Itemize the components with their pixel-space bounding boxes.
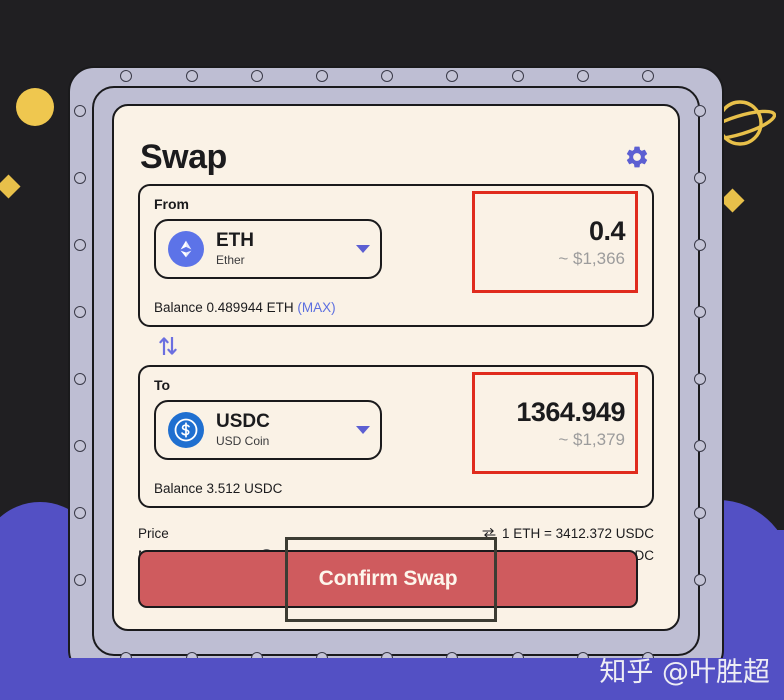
from-row: ETH Ether 0.4 ~ $1,366 <box>154 191 638 293</box>
frame-bolt <box>74 105 86 117</box>
price-row: Price 1 ETH = 3412.372 USDC <box>138 522 654 544</box>
frame-bolt <box>74 507 86 519</box>
frame-bolt <box>251 70 263 82</box>
max-button[interactable]: (MAX) <box>297 300 335 315</box>
page-title: Swap <box>140 137 227 176</box>
price-label: Price <box>138 525 169 541</box>
frame-bolt <box>74 373 86 385</box>
to-amount-usd: ~ $1,379 <box>558 429 625 449</box>
from-balance: Balance 0.489944 ETH (MAX) <box>154 300 638 315</box>
swap-card: Swap From ETH Ether 0.4 ~ $1,366 Balance… <box>112 104 680 631</box>
from-panel: From ETH Ether 0.4 ~ $1,366 Balance 0.48… <box>138 184 654 327</box>
yellow-circle-decoration <box>16 88 54 126</box>
to-balance: Balance 3.512 USDC <box>154 481 638 496</box>
from-amount-highlight[interactable]: 0.4 ~ $1,366 <box>472 191 638 293</box>
to-token-selector[interactable]: USDC USD Coin <box>154 400 382 460</box>
confirm-swap-button[interactable]: Confirm Swap <box>138 550 638 608</box>
frame-bolt <box>74 239 86 251</box>
frame-bolt <box>694 239 706 251</box>
price-value-group: 1 ETH = 3412.372 USDC <box>482 526 654 541</box>
frame-bolt <box>694 440 706 452</box>
frame-bolt <box>74 172 86 184</box>
to-amount-value: 1364.949 <box>516 396 625 427</box>
frame-bolt <box>74 440 86 452</box>
exchange-arrows-icon[interactable] <box>482 527 496 539</box>
from-token-symbol: ETH <box>216 229 254 251</box>
frame-bolt <box>694 172 706 184</box>
to-token-symbol: USDC <box>216 410 270 432</box>
price-value: 1 ETH = 3412.372 USDC <box>502 525 654 541</box>
to-balance-text: Balance 3.512 USDC <box>154 481 283 496</box>
swap-vertical-arrows-icon[interactable] <box>158 334 180 358</box>
frame-bolt <box>577 70 589 82</box>
frame-bolt <box>642 70 654 82</box>
watermark: 知乎 @叶胜超 <box>599 657 770 688</box>
frame-bolt <box>74 574 86 586</box>
frame-bolt <box>694 574 706 586</box>
to-row: USDC USD Coin 1364.949 ~ $1,379 <box>154 372 638 474</box>
settings-button[interactable] <box>622 142 652 172</box>
chevron-down-icon <box>356 245 370 253</box>
to-token-names: USDC USD Coin <box>216 410 352 448</box>
from-token-selector[interactable]: ETH Ether <box>154 219 382 279</box>
to-panel: To USDC USD Coin 1364.949 ~ $1,379 Balan… <box>138 365 654 508</box>
price-label-group: Price <box>138 526 169 541</box>
from-balance-text: Balance 0.489944 ETH <box>154 300 294 315</box>
frame-bolt <box>120 70 132 82</box>
frame-bolt <box>446 70 458 82</box>
card-header: Swap <box>138 130 654 184</box>
frame-bolt <box>381 70 393 82</box>
from-token-names: ETH Ether <box>216 229 352 267</box>
frame-bolt <box>694 507 706 519</box>
switch-direction-row <box>138 327 654 365</box>
yellow-diamond-right-icon <box>720 188 745 213</box>
frame-bolt <box>316 70 328 82</box>
screenshot-root: Swap From ETH Ether 0.4 ~ $1,366 Balance… <box>0 0 784 700</box>
usd-coin-icon <box>168 412 204 448</box>
to-amount-highlight[interactable]: 1364.949 ~ $1,379 <box>472 372 638 474</box>
gear-icon <box>626 146 648 168</box>
yellow-diamond-left-icon <box>0 174 21 199</box>
from-token-name: Ether <box>216 252 245 267</box>
frame-bolt <box>694 306 706 318</box>
to-token-name: USD Coin <box>216 433 270 448</box>
from-amount-value: 0.4 <box>588 215 626 246</box>
frame-bolt <box>694 373 706 385</box>
frame-bolt <box>512 70 524 82</box>
from-amount-usd: ~ $1,366 <box>558 248 625 268</box>
frame-bolt <box>694 105 706 117</box>
frame-bolt <box>74 306 86 318</box>
frame-bolt <box>186 70 198 82</box>
chevron-down-icon <box>356 426 370 434</box>
ethereum-icon <box>168 231 204 267</box>
